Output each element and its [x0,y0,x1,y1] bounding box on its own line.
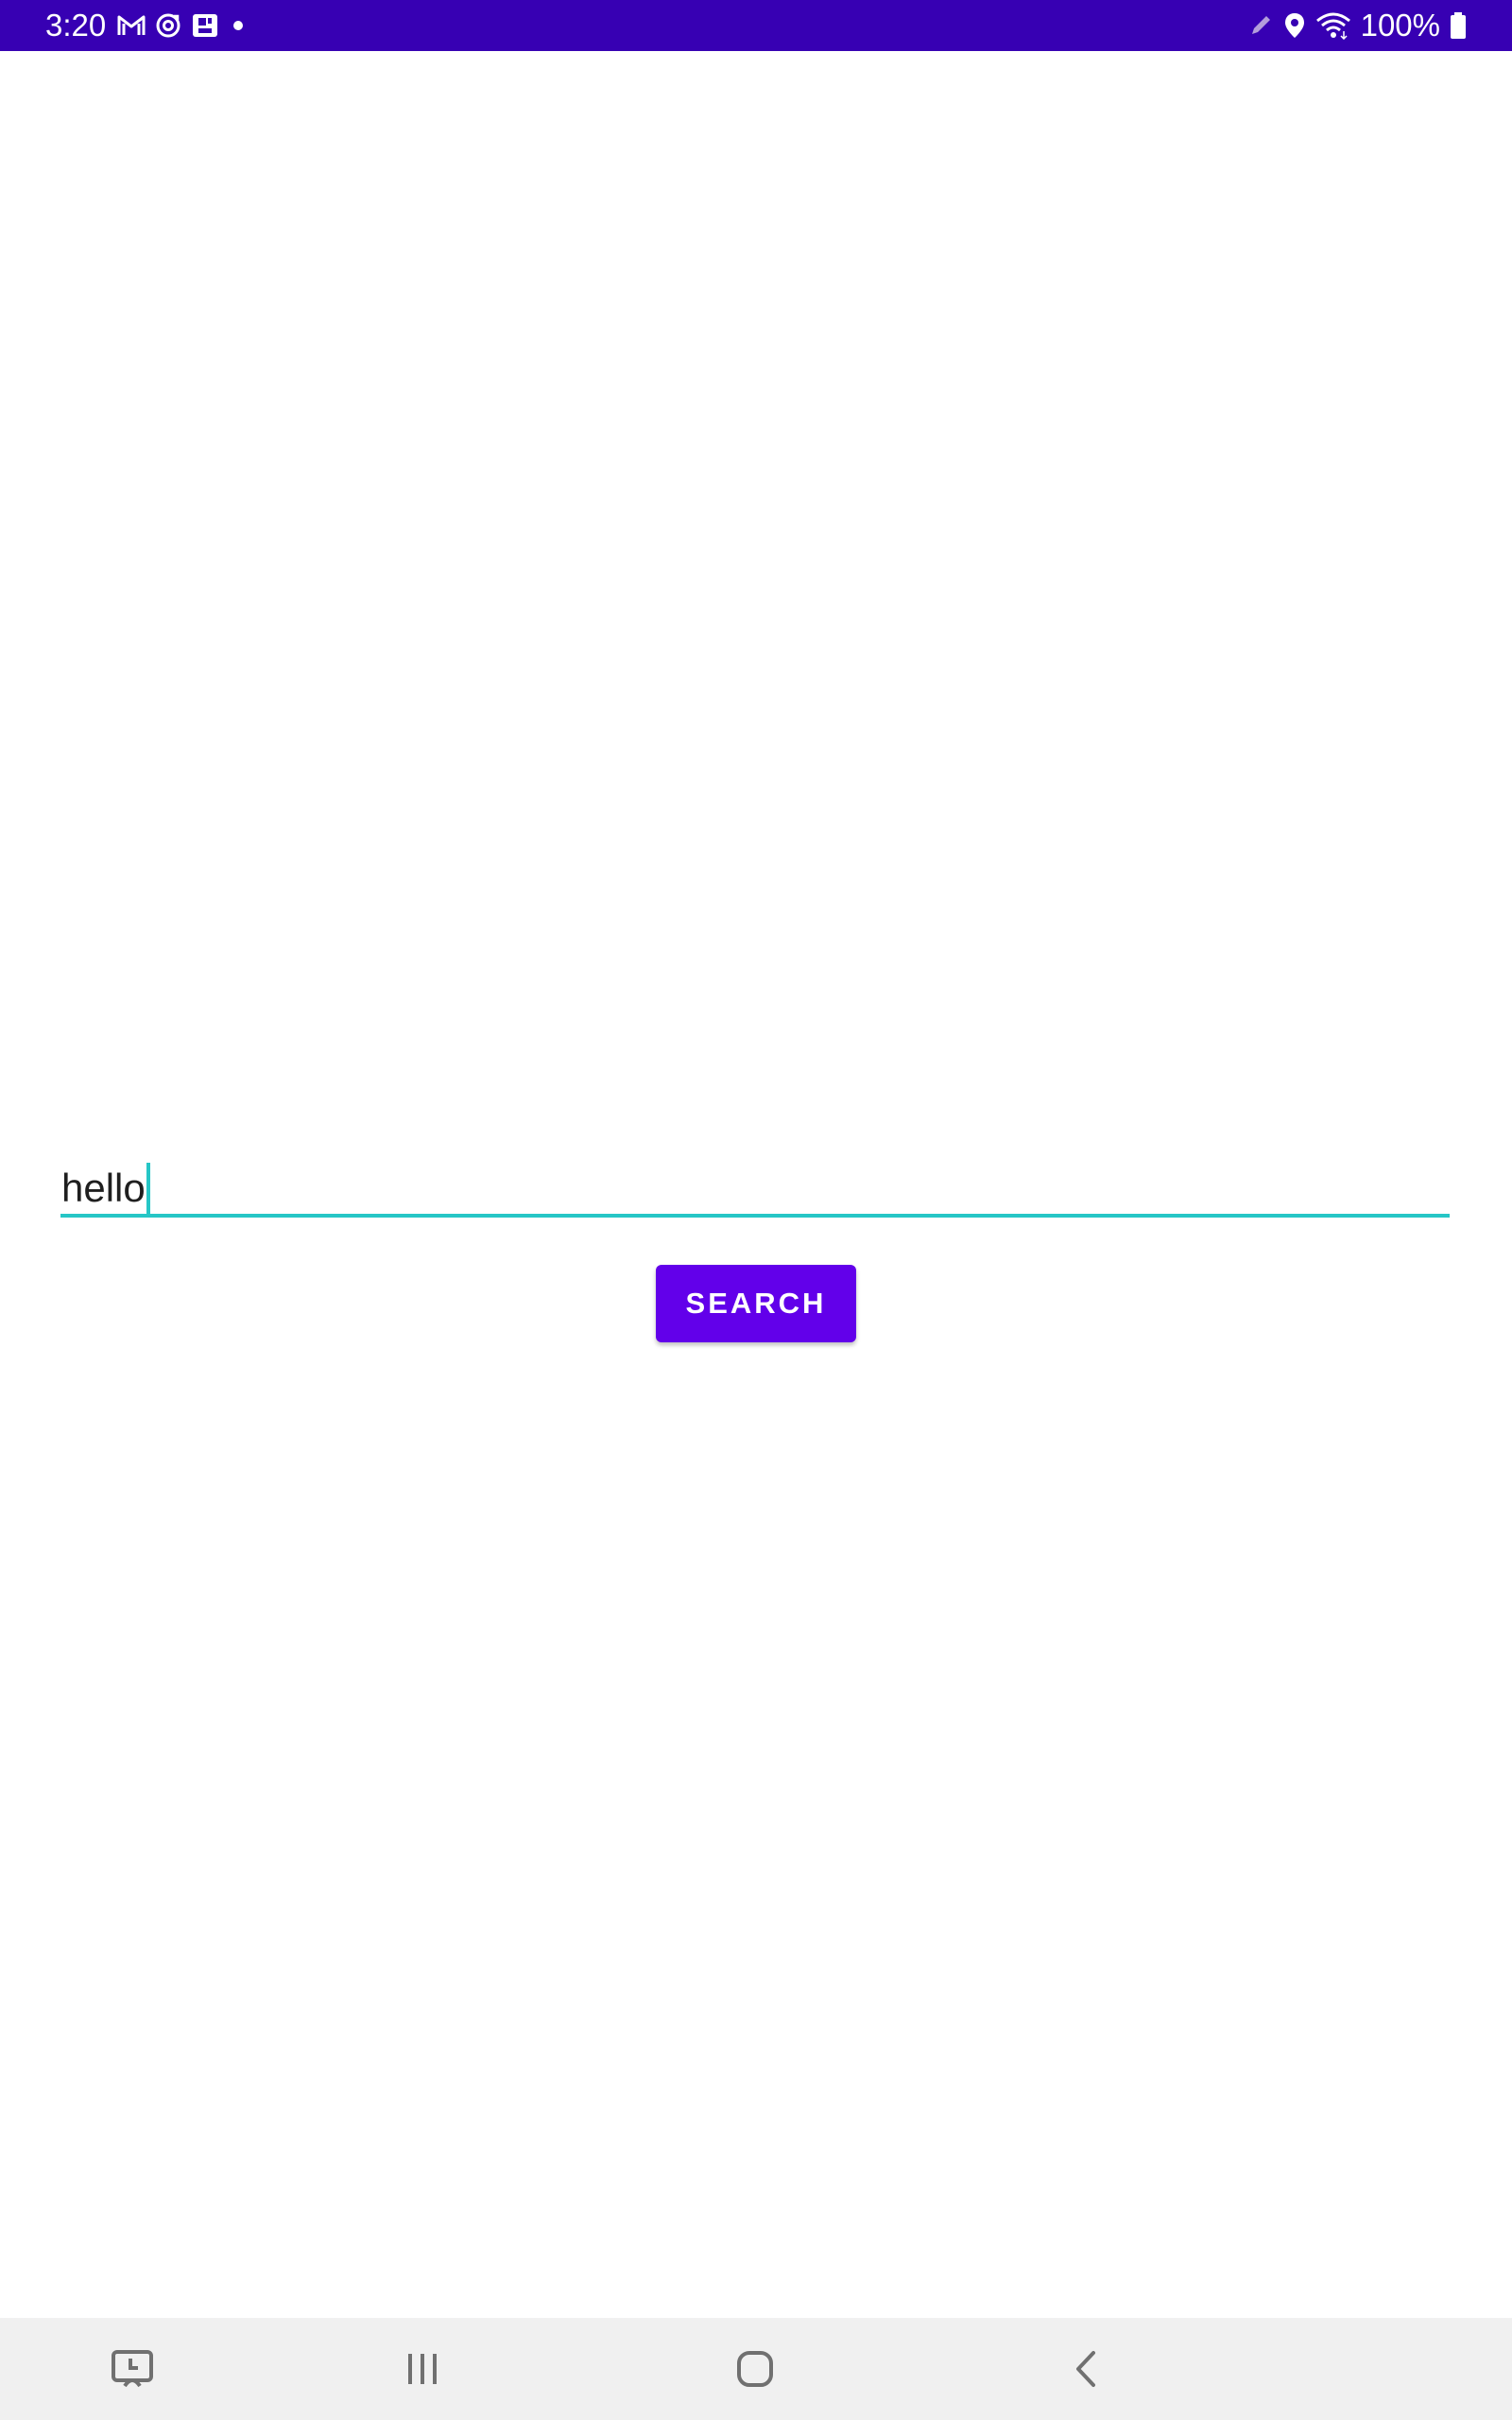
search-button[interactable]: SEARCH [656,1265,856,1342]
battery-percent: 100% [1360,8,1440,43]
home-icon [736,2350,774,2388]
search-input[interactable]: hello [60,1151,1450,1218]
recent-apps-icon [404,2352,441,2386]
notification-icons [117,10,248,41]
pen-icon [1247,12,1274,39]
screenshot-button[interactable] [76,2318,189,2420]
status-time: 3:20 [45,8,107,43]
screenshot-icon [110,2348,155,2390]
photo-icon [191,12,219,39]
navigation-bar [0,2318,1512,2420]
sync-icon [155,12,181,39]
location-icon [1283,11,1306,40]
wifi-icon [1315,11,1351,40]
battery-icon [1450,11,1467,40]
dot-icon [229,16,248,35]
home-button[interactable] [698,2318,812,2420]
text-cursor [146,1163,150,1214]
status-bar: 3:20 100% [0,0,1512,51]
system-status: 100% [1247,8,1467,43]
gmail-icon [117,14,146,37]
back-icon [1073,2350,1101,2388]
back-button[interactable] [1030,2318,1143,2420]
search-input-value-wrap: hello [61,1163,150,1214]
search-input-value: hello [61,1166,146,1210]
app-screen: 3:20 100% hello SEARCH [0,0,1512,2420]
recent-apps-button[interactable] [366,2318,479,2420]
